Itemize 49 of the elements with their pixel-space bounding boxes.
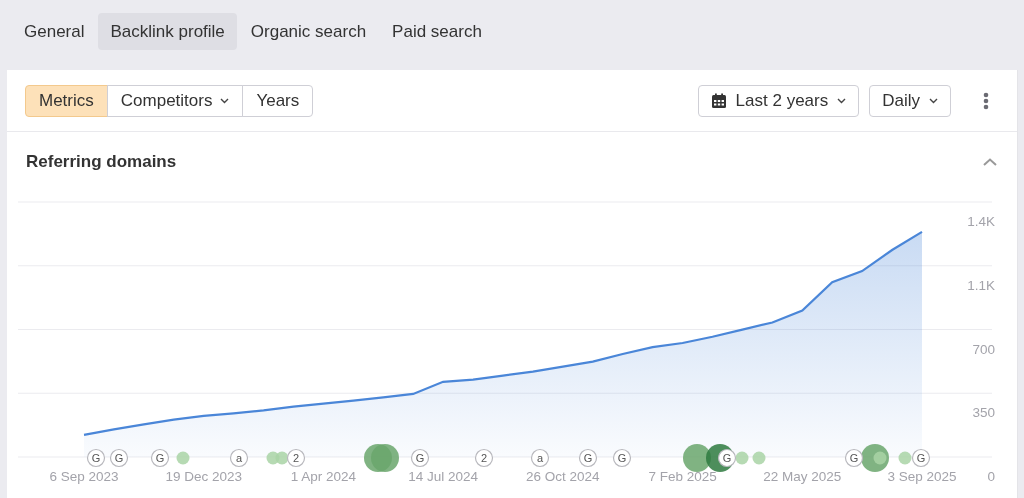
tab[interactable]: Backlink profile (98, 13, 237, 50)
x-axis-label: 22 May 2025 (763, 469, 842, 484)
event-marker[interactable]: G (612, 448, 632, 468)
x-axis-label: 3 Sep 2025 (887, 469, 957, 484)
date-range-dropdown[interactable]: Last 2 years (697, 84, 860, 117)
event-marker[interactable]: G (717, 448, 737, 468)
event-dot[interactable] (752, 451, 766, 465)
event-dot[interactable] (176, 451, 190, 465)
granularity-dropdown[interactable]: Daily (869, 84, 951, 117)
event-marker[interactable]: G (911, 448, 931, 468)
event-marker[interactable]: G (109, 448, 129, 468)
event-marker[interactable]: G (150, 448, 170, 468)
y-axis-label: 1.1K (967, 277, 995, 293)
chevron-down-icon (837, 97, 847, 104)
section-title: Referring domains (26, 152, 177, 172)
x-axis-label: 26 Oct 2024 (526, 469, 600, 484)
x-axis-label: 19 Dec 2023 (165, 469, 242, 484)
x-axis-label: 7 Feb 2025 (648, 469, 717, 484)
x-axis-label: 1 Apr 2024 (290, 469, 357, 484)
view-dropdown[interactable]: Competitors (106, 84, 244, 117)
chevron-up-icon (983, 158, 997, 166)
y-axis-label: 350 (972, 405, 995, 421)
event-marker[interactable]: G (578, 448, 598, 468)
tab[interactable]: Organic search (238, 13, 379, 50)
event-marker[interactable]: G (410, 448, 430, 468)
event-marker[interactable]: 2 (474, 448, 494, 468)
x-axis-label: 6 Sep 2023 (49, 469, 119, 484)
y-axis-label: 700 (972, 341, 995, 357)
y-axis-label: 1.4K (967, 214, 995, 229)
more-options-icon (983, 91, 989, 110)
event-dot[interactable] (735, 451, 749, 465)
calendar-icon (710, 92, 727, 109)
view-toggle[interactable]: Metrics (25, 84, 108, 117)
event-marker[interactable]: 2 (286, 448, 306, 468)
event-marker[interactable]: G (86, 448, 106, 468)
y-axis-label: 0 (987, 469, 995, 484)
tab[interactable]: General (12, 13, 97, 50)
view-toggle[interactable]: Years (242, 84, 314, 117)
tab[interactable]: Paid search (380, 13, 494, 50)
chevron-down-icon (929, 97, 938, 104)
event-dot[interactable] (275, 451, 289, 465)
event-marker[interactable]: G (844, 448, 864, 468)
event-dot[interactable] (683, 444, 711, 472)
event-marker[interactable]: a (530, 448, 550, 468)
event-marker[interactable]: a (229, 448, 249, 468)
event-dot[interactable] (873, 451, 887, 465)
event-dot[interactable] (371, 444, 399, 472)
event-dot[interactable] (898, 451, 912, 465)
x-axis-label: 14 Jul 2024 (408, 469, 479, 484)
